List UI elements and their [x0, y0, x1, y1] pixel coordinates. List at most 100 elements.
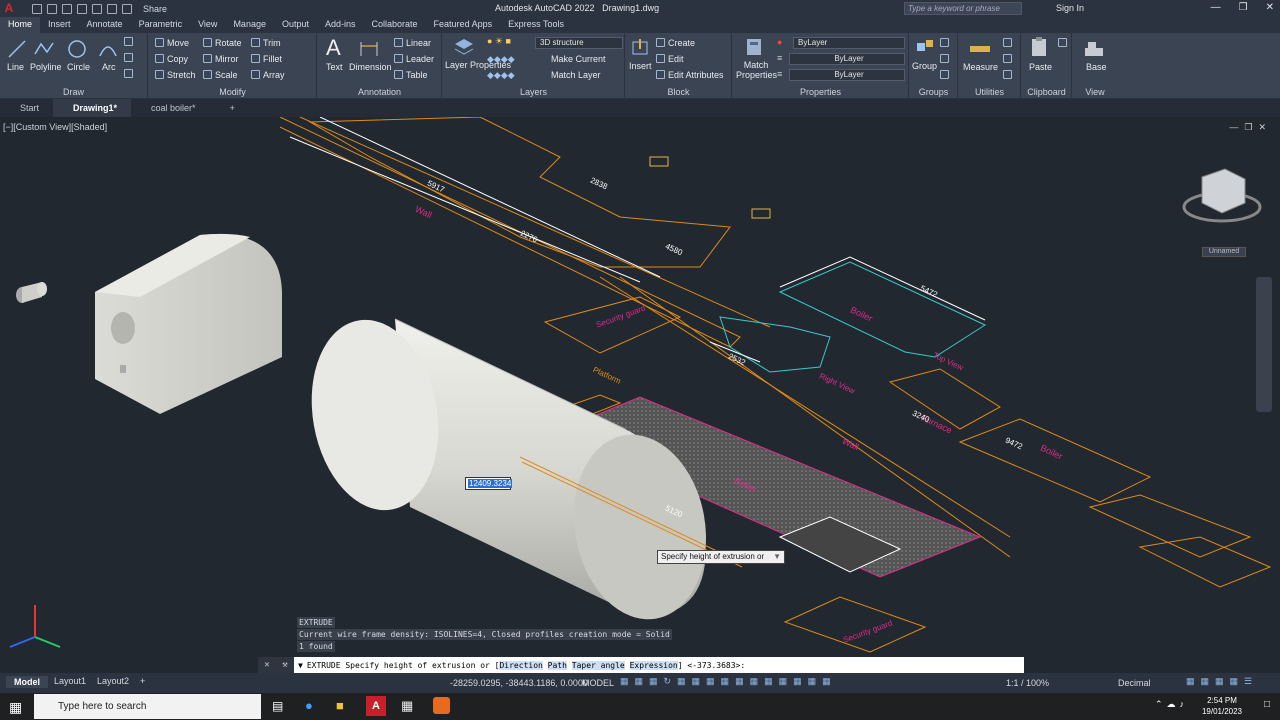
doc-tab-start[interactable]: Start: [0, 99, 53, 117]
navigation-bar[interactable]: [1256, 277, 1272, 412]
status-right-icons[interactable]: ▦▦▦▦☰: [1186, 676, 1258, 687]
close-command-line-icon[interactable]: ✕: [264, 660, 269, 670]
autocad-logo-icon[interactable]: A: [0, 0, 18, 17]
sign-in-button[interactable]: Sign In: [1056, 3, 1084, 13]
taskbar-clock[interactable]: 2:54 PM 19/01/2023: [1202, 695, 1242, 717]
lineweight-dropdown[interactable]: ByLayer: [789, 69, 905, 81]
dimension-button[interactable]: Dimension: [349, 62, 392, 72]
layout2-tab[interactable]: Layout2: [97, 676, 129, 686]
tab-insert[interactable]: Insert: [40, 17, 79, 33]
view-panel-title[interactable]: View: [1073, 87, 1117, 97]
match-properties-button[interactable]: Match Properties: [736, 60, 777, 80]
stretch-button[interactable]: Stretch: [155, 70, 196, 80]
search-input[interactable]: Type a keyword or phrase: [904, 2, 1022, 15]
tab-view[interactable]: View: [190, 17, 225, 33]
model-tab[interactable]: Model: [6, 676, 48, 688]
select-all-icon[interactable]: [1003, 54, 1015, 64]
restore-icon[interactable]: ❐: [1239, 2, 1248, 13]
match-layer-button[interactable]: Match Layer: [551, 70, 601, 80]
tab-featured-apps[interactable]: Featured Apps: [426, 17, 501, 33]
option-expression[interactable]: Expression: [629, 660, 678, 670]
add-layout-button[interactable]: +: [140, 676, 145, 686]
tab-collaborate[interactable]: Collaborate: [364, 17, 426, 33]
doc-tab-coal-boiler[interactable]: coal boiler*: [131, 99, 210, 117]
system-tray-icons[interactable]: ⌃☁♪: [1155, 699, 1188, 710]
linetype-dropdown[interactable]: ByLayer: [789, 53, 905, 65]
ungroup-icon[interactable]: [940, 38, 952, 48]
layers-panel-title[interactable]: Layers: [443, 87, 624, 97]
group-select-icon[interactable]: [940, 70, 952, 80]
quick-select-icon[interactable]: [1003, 38, 1015, 48]
linear-button[interactable]: Linear: [394, 38, 431, 48]
share-button[interactable]: Share: [143, 4, 167, 14]
trim-button[interactable]: Trim: [251, 38, 281, 48]
annotation-scale[interactable]: 1:1 / 100%: [1006, 678, 1049, 688]
make-current-button[interactable]: Make Current: [551, 54, 606, 64]
line-button[interactable]: Line: [7, 62, 24, 72]
option-path[interactable]: Path: [547, 660, 567, 670]
fillet-button[interactable]: Fillet: [251, 54, 282, 64]
options-arrow-icon[interactable]: ▼: [773, 552, 781, 561]
doc-tab-drawing1[interactable]: Drawing1*: [53, 99, 132, 117]
rotate-button[interactable]: Rotate: [203, 38, 242, 48]
new-file-icon[interactable]: [32, 3, 42, 14]
table-button[interactable]: Table: [394, 70, 428, 80]
layer-dropdown[interactable]: 3D structure: [535, 37, 623, 49]
file-explorer-icon[interactable]: ■: [336, 698, 344, 713]
tab-annotate[interactable]: Annotate: [79, 17, 131, 33]
drawing-canvas[interactable]: [0, 117, 1280, 658]
edit-block-button[interactable]: Edit: [656, 54, 684, 64]
copy-button[interactable]: Copy: [155, 54, 188, 64]
leader-button[interactable]: Leader: [394, 54, 434, 64]
rectangle-icon[interactable]: [124, 37, 136, 47]
task-view-icon[interactable]: ▤: [272, 699, 283, 713]
tab-output[interactable]: Output: [274, 17, 317, 33]
taskbar-search-input[interactable]: Type here to search: [34, 694, 261, 719]
edge-icon[interactable]: ●: [305, 698, 313, 713]
group-edit-icon[interactable]: [940, 54, 952, 64]
hatch-icon[interactable]: [124, 53, 136, 63]
drawing-viewport[interactable]: Wall Security guard Boiler Furnace Boile…: [0, 117, 1280, 658]
new-tab-button[interactable]: +: [210, 99, 249, 117]
annotation-panel-title[interactable]: Annotation: [318, 87, 441, 97]
units-dropdown[interactable]: Decimal: [1118, 678, 1151, 688]
polyline-button[interactable]: Polyline: [30, 62, 62, 72]
circle-button[interactable]: Circle: [67, 62, 90, 72]
properties-panel-title[interactable]: Properties: [733, 87, 908, 97]
recorder-taskbar-icon[interactable]: [433, 697, 450, 714]
tab-manage[interactable]: Manage: [225, 17, 274, 33]
calculator-taskbar-icon[interactable]: ▦: [401, 698, 413, 714]
command-line[interactable]: ✕ ⚒ ▼ EXTRUDE Specify height of extrusio…: [258, 657, 1024, 673]
insert-button[interactable]: Insert: [629, 61, 652, 71]
notifications-icon[interactable]: □: [1264, 699, 1270, 710]
modify-panel-title[interactable]: Modify: [149, 87, 316, 97]
windows-start-icon[interactable]: ▦: [9, 699, 22, 716]
color-dropdown[interactable]: ByLayer: [793, 37, 905, 49]
dynamic-input-field[interactable]: 12409.3234: [465, 477, 513, 490]
close-icon[interactable]: ✕: [1266, 2, 1274, 13]
option-taper-angle[interactable]: Taper angle: [571, 660, 625, 670]
block-panel-title[interactable]: Block: [626, 87, 731, 97]
base-button[interactable]: Base: [1086, 62, 1107, 72]
scale-button[interactable]: Scale: [203, 70, 238, 80]
measure-button[interactable]: Measure: [963, 62, 998, 72]
model-space-button[interactable]: MODEL: [582, 678, 614, 688]
option-direction[interactable]: Direction: [499, 660, 543, 670]
tab-add-ins[interactable]: Add-ins: [317, 17, 364, 33]
draw-panel-title[interactable]: Draw: [0, 87, 147, 97]
open-file-icon[interactable]: [47, 3, 57, 14]
tab-home[interactable]: Home: [0, 17, 41, 33]
color-wheel-icon[interactable]: ●: [777, 37, 782, 47]
redo-icon[interactable]: [122, 3, 132, 14]
copy-clip-icon[interactable]: [1058, 38, 1070, 48]
text-button[interactable]: Text: [326, 62, 343, 72]
viewport-window-controls[interactable]: —❐✕: [1229, 122, 1272, 133]
layout1-tab[interactable]: Layout1: [54, 676, 86, 686]
cursor-coordinates[interactable]: -28259.0295, -38443.1186, 0.0000: [450, 678, 588, 688]
drafting-toggles[interactable]: ▦▦▦↻▦▦▦▦▦▦▦▦▦▦▦: [620, 676, 837, 687]
viewcube-icon[interactable]: [1182, 168, 1262, 223]
groups-panel-title[interactable]: Groups: [910, 87, 957, 97]
edit-attributes-button[interactable]: Edit Attributes: [656, 70, 724, 80]
minimize-icon[interactable]: —: [1211, 2, 1221, 13]
viewport-controls-label[interactable]: [−][Custom View][Shaded]: [3, 122, 107, 132]
